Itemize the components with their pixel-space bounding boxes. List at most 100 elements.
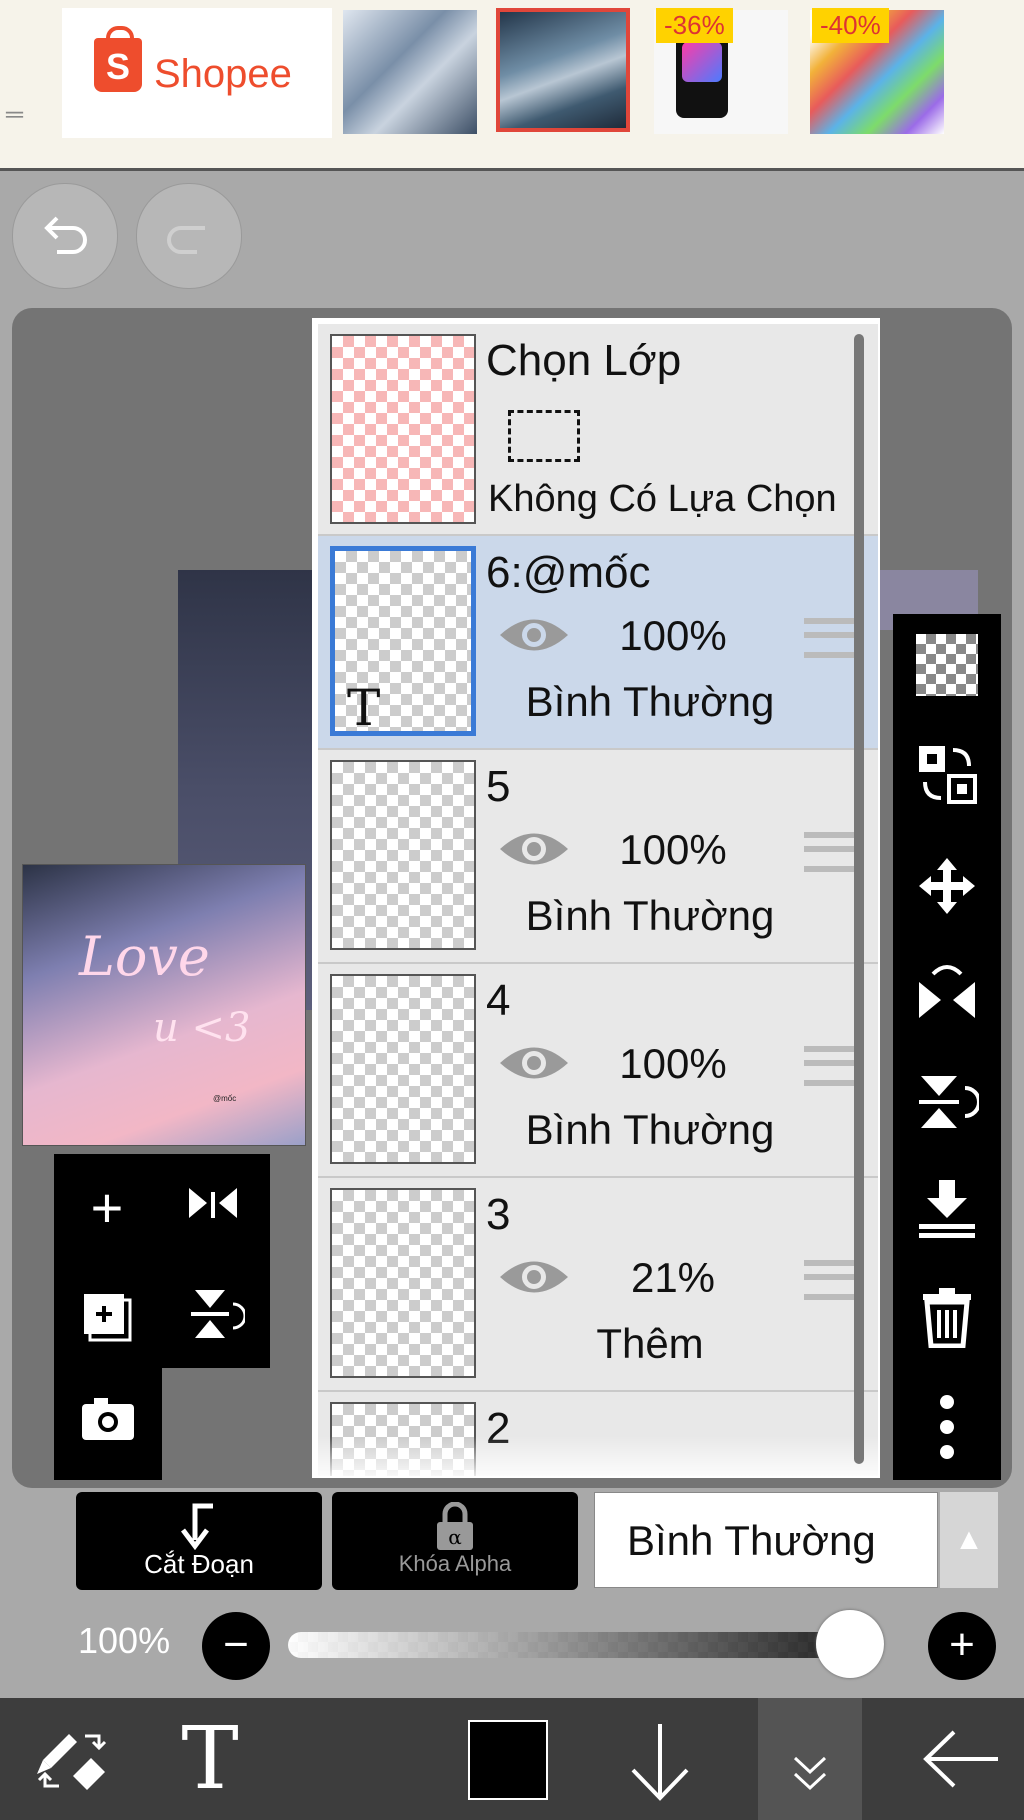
- arrow-left-icon: [923, 1730, 998, 1788]
- svg-text:α: α: [448, 1525, 462, 1549]
- layer-row[interactable]: T 6:@mốc 100% Bình Thường: [318, 536, 878, 750]
- ad-menu-icon[interactable]: ═: [6, 103, 23, 127]
- thumbnail-watermark: @mốc: [213, 1094, 237, 1103]
- eye-icon[interactable]: [498, 826, 570, 872]
- selection-marquee-icon: [508, 410, 580, 462]
- layer-name: 6:@mốc: [486, 548, 651, 597]
- ad-product-1[interactable]: [343, 10, 477, 134]
- arrow-down-icon: [631, 1724, 689, 1801]
- layer-opacity: 100%: [619, 1040, 727, 1087]
- layer-blend-mode: Thêm: [596, 1320, 704, 1367]
- flip-horizontal-button[interactable]: [168, 1178, 258, 1238]
- current-color-swatch: [468, 1720, 548, 1800]
- shopee-bag-icon: S: [94, 26, 142, 92]
- redo-button[interactable]: [136, 183, 242, 289]
- layer-opacity: 100%: [619, 826, 727, 873]
- swap-layer-button[interactable]: [893, 742, 1001, 811]
- layer-name: 4: [486, 976, 511, 1025]
- discount-badge: -36%: [656, 8, 733, 43]
- duplicate-layer-button[interactable]: [78, 1288, 138, 1348]
- shopee-logo[interactable]: S Shopee: [62, 8, 332, 138]
- collapse-layers-button[interactable]: [758, 1698, 862, 1820]
- add-layer-button[interactable]: +: [62, 1180, 152, 1240]
- clipping-label: Cắt Đoạn: [144, 1549, 254, 1579]
- merge-down-button[interactable]: [893, 1176, 1001, 1245]
- caret-up-icon: ▲: [954, 1523, 984, 1556]
- discount-badge: -40%: [812, 8, 889, 43]
- tool-switch-button[interactable]: [12, 1698, 132, 1820]
- blend-mode-select[interactable]: Bình Thường: [594, 1492, 938, 1588]
- trash-icon: [923, 1288, 971, 1349]
- lock-icon: α: [437, 1501, 473, 1550]
- layer-thumbnail: [330, 1188, 476, 1378]
- swap-icon: [919, 746, 977, 804]
- ad-banner[interactable]: S Shopee ═ -36% -40%: [0, 0, 1024, 171]
- layer-thumbnail: T: [330, 546, 476, 737]
- flip-vertical-icon: [191, 1290, 247, 1338]
- clipping-arrow-icon: [181, 1503, 213, 1551]
- layers-scrollbar[interactable]: [854, 334, 864, 1464]
- canvas-thumbnail[interactable]: Love u <3 @mốc: [22, 864, 306, 1146]
- layer-row[interactable]: 3 21% Thêm: [318, 1178, 878, 1392]
- drag-handle-icon[interactable]: [804, 618, 858, 658]
- brush-eraser-icon: [37, 1734, 107, 1790]
- opacity-slider-knob[interactable]: [816, 1610, 884, 1678]
- clipping-button[interactable]: Cắt Đoạn: [76, 1492, 322, 1590]
- flip-vertical-button[interactable]: [893, 1070, 1001, 1139]
- layers-panel[interactable]: Chọn Lớp Không Có Lựa Chọn T 6:@mốc 100%…: [312, 318, 880, 1478]
- alpha-lock-button[interactable]: α Khóa Alpha: [332, 1492, 578, 1590]
- transparency-button[interactable]: [893, 634, 1001, 696]
- text-layer-icon: T: [347, 679, 381, 737]
- bottom-toolbar: T: [0, 1698, 1024, 1820]
- eye-icon[interactable]: [498, 612, 570, 658]
- eye-icon[interactable]: [498, 1254, 570, 1300]
- flip-horizontal-icon: [919, 965, 975, 1018]
- layer-opacity: 21%: [630, 1254, 716, 1301]
- double-chevron-down-icon: [793, 1756, 827, 1791]
- camera-button[interactable]: [76, 1394, 140, 1454]
- drag-handle-icon[interactable]: [804, 1046, 858, 1086]
- delete-layer-button[interactable]: [893, 1284, 1001, 1353]
- layer-blend-mode: Bình Thường: [525, 678, 775, 725]
- drag-handle-icon[interactable]: [804, 832, 858, 872]
- opacity-decrease-button[interactable]: −: [202, 1612, 270, 1680]
- blend-mode-dropdown-button[interactable]: ▲: [940, 1492, 998, 1588]
- selection-title: Chọn Lớp: [486, 336, 682, 385]
- selection-layer-row[interactable]: Chọn Lớp Không Có Lựa Chọn: [318, 324, 878, 536]
- back-button[interactable]: [910, 1698, 1010, 1820]
- ad-product-2[interactable]: [496, 8, 630, 132]
- more-vertical-icon: [940, 1395, 954, 1459]
- undo-button[interactable]: [12, 183, 118, 289]
- layer-name: 3: [486, 1190, 511, 1239]
- move-button[interactable]: [893, 854, 1001, 923]
- merge-down-icon: [919, 1180, 975, 1238]
- text-tool-button[interactable]: T: [160, 1698, 260, 1820]
- layer-row[interactable]: 5 100% Bình Thường: [318, 750, 878, 964]
- layer-name: 5: [486, 762, 511, 811]
- eye-icon[interactable]: [498, 1040, 570, 1086]
- flip-horizontal-icon: [189, 1188, 237, 1218]
- selection-status: Không Có Lựa Chọn: [488, 478, 837, 520]
- opacity-increase-button[interactable]: +: [928, 1612, 996, 1680]
- selection-layer-thumbnail: [330, 334, 476, 524]
- move-down-button[interactable]: [620, 1698, 700, 1820]
- ad-brand-name: Shopee: [154, 52, 292, 96]
- drag-handle-icon[interactable]: [804, 1260, 858, 1300]
- camera-icon: [82, 1398, 134, 1440]
- checkerboard-icon: [916, 634, 978, 696]
- flip-vertical-icon: [919, 1076, 981, 1128]
- layer-thumbnail: [330, 760, 476, 950]
- right-toolbar: [893, 614, 1001, 1480]
- layer-blend-mode: Bình Thường: [525, 1106, 775, 1153]
- more-options-button[interactable]: [893, 1392, 1001, 1467]
- layer-row[interactable]: 4 100% Bình Thường: [318, 964, 878, 1178]
- color-picker-button[interactable]: [468, 1698, 552, 1820]
- thumbnail-love-text: Love: [79, 925, 210, 988]
- opacity-slider-track[interactable]: [288, 1632, 884, 1658]
- panel-fade: [314, 1436, 878, 1476]
- move-icon: [919, 858, 975, 914]
- opacity-value-label: 100%: [78, 1620, 171, 1661]
- flip-horizontal-button[interactable]: [893, 962, 1001, 1031]
- duplicate-layer-icon: [84, 1294, 132, 1342]
- flip-vertical-button[interactable]: [180, 1284, 250, 1354]
